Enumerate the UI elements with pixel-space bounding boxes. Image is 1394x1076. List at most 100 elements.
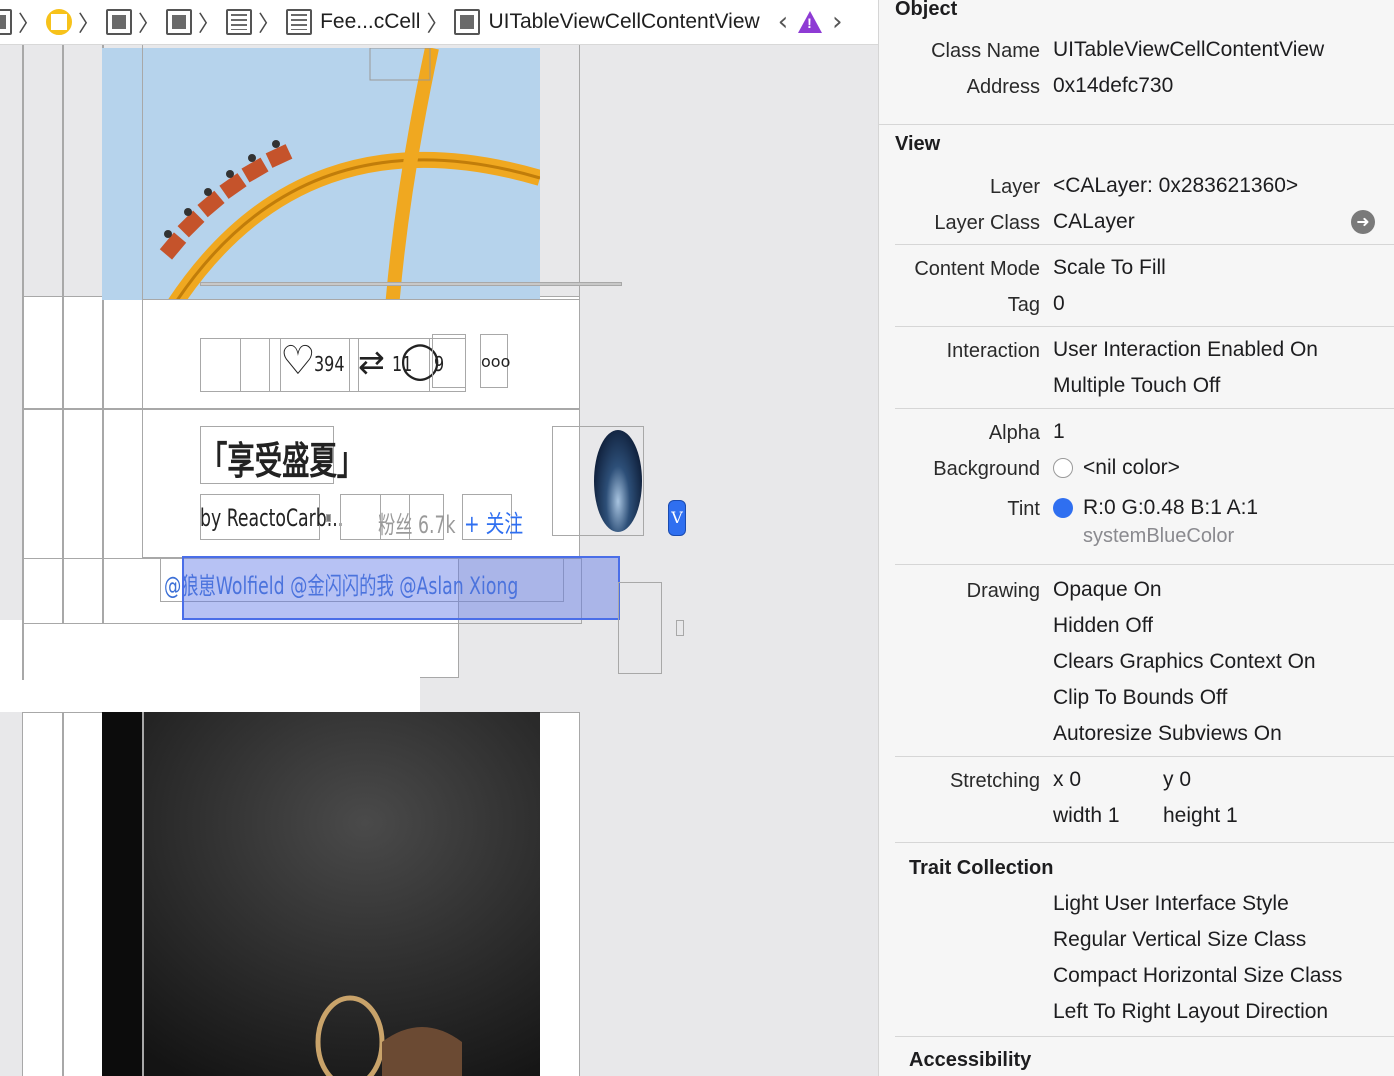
section-title-accessibility: Accessibility bbox=[909, 1049, 1032, 1071]
layer-value[interactable]: <CALayer: 0x283621360> bbox=[1053, 174, 1298, 198]
chevron-right-icon: 〉 bbox=[18, 12, 41, 37]
more-icon[interactable]: ooo bbox=[481, 352, 510, 371]
object-inspector: Object Class Name UITableViewCellContent… bbox=[878, 0, 1394, 1076]
section-title-view: View bbox=[895, 133, 941, 155]
drawing-autoresize[interactable]: Autoresize Subviews On bbox=[1053, 722, 1282, 746]
divider bbox=[895, 408, 1394, 409]
layer-class-value[interactable]: CALayer bbox=[1053, 210, 1135, 234]
wire-col-4 bbox=[62, 712, 64, 1076]
post-title: 「享受盛夏」 bbox=[200, 439, 365, 483]
layer-label: Layer bbox=[989, 176, 1040, 198]
wire-col-2 bbox=[62, 44, 64, 624]
follow-button[interactable]: + 关注 bbox=[464, 504, 523, 539]
stretching-x[interactable]: x 0 bbox=[1053, 768, 1081, 792]
trait-horizontal: Compact Horizontal Size Class bbox=[1053, 964, 1343, 987]
content-mode-label: Content Mode bbox=[914, 258, 1040, 280]
divider bbox=[895, 564, 1394, 565]
interaction-label: Interaction bbox=[946, 340, 1040, 362]
tint-value[interactable]: R:0 G:0.48 B:1 A:1 bbox=[1083, 496, 1258, 520]
view-icon bbox=[0, 9, 12, 35]
chevron-left-icon[interactable]: ‹ bbox=[778, 7, 788, 37]
selected-view-highlight[interactable] bbox=[182, 556, 620, 620]
tint-swatch[interactable] bbox=[1053, 498, 1073, 518]
separator-line bbox=[200, 282, 622, 286]
action-slot-1[interactable] bbox=[240, 338, 270, 392]
stretching-width[interactable]: width 1 bbox=[1053, 804, 1120, 828]
address-value[interactable]: 0x14defc730 bbox=[1053, 74, 1173, 98]
trait-vertical: Regular Vertical Size Class bbox=[1053, 928, 1307, 951]
fans-count: 粉丝 6.7k bbox=[378, 511, 456, 539]
interaction-value-1[interactable]: User Interaction Enabled On bbox=[1053, 338, 1318, 362]
comments-count: 9 bbox=[434, 352, 445, 376]
drawing-opaque[interactable]: Opaque On bbox=[1053, 578, 1162, 602]
tint-name: systemBlueColor bbox=[1083, 525, 1235, 547]
background-value[interactable]: <nil color> bbox=[1083, 456, 1180, 480]
tag-label: Tag bbox=[1007, 294, 1040, 316]
stretching-y[interactable]: y 0 bbox=[1163, 768, 1191, 792]
interaction-value-2[interactable]: Multiple Touch Off bbox=[1053, 374, 1220, 398]
dark-photo-image[interactable] bbox=[102, 712, 540, 1076]
stretching-label: Stretching bbox=[949, 770, 1040, 792]
crumb-window[interactable]: 〉 bbox=[46, 0, 106, 44]
verified-badge: V bbox=[668, 500, 686, 536]
image-frame bbox=[142, 44, 580, 300]
alpha-value[interactable]: 1 bbox=[1053, 420, 1065, 444]
alpha-label: Alpha bbox=[988, 422, 1040, 444]
tiny-marker bbox=[676, 620, 684, 636]
avatar[interactable] bbox=[594, 430, 642, 532]
divider bbox=[895, 326, 1394, 327]
section-title-traits: Trait Collection bbox=[909, 857, 1054, 879]
divider bbox=[895, 1036, 1394, 1037]
tag-value[interactable]: 0 bbox=[1053, 292, 1065, 316]
chevron-right-icon: 〉 bbox=[138, 12, 161, 37]
wire-col-5 bbox=[142, 712, 144, 1076]
author-name[interactable]: by ReactoCarb... bbox=[200, 504, 343, 532]
tableview-icon bbox=[226, 9, 253, 35]
address-label: Address bbox=[966, 76, 1040, 98]
likes-count: 394 bbox=[314, 352, 345, 376]
crumb-cell[interactable]: Fee...cCell 〉 bbox=[286, 0, 454, 44]
drawing-label: Drawing bbox=[966, 580, 1040, 602]
crumb-selected[interactable]: UITableViewCellContentView bbox=[454, 0, 760, 44]
trait-style: Light User Interface Style bbox=[1053, 892, 1289, 915]
section-title-object: Object bbox=[895, 0, 958, 20]
row-divider-1 bbox=[22, 408, 580, 410]
crumb-partial[interactable]: 〉 bbox=[0, 0, 46, 44]
stretching-height[interactable]: height 1 bbox=[1163, 804, 1238, 828]
tableview-cell-icon bbox=[286, 9, 313, 35]
content-mode-value[interactable]: Scale To Fill bbox=[1053, 256, 1166, 280]
view-icon bbox=[454, 9, 481, 35]
class-name-label: Class Name bbox=[931, 40, 1040, 62]
crumb-view-2[interactable]: 〉 bbox=[166, 0, 226, 44]
chevron-right-icon: 〉 bbox=[258, 12, 281, 37]
view-debugger-canvas[interactable]: ♡ 394 ⇄ 11 ◯ 9 ooo 「享受盛夏」 by ReactoCarb.… bbox=[0, 0, 878, 1076]
tint-label: Tint bbox=[1007, 498, 1040, 520]
arrow-right-circle-icon[interactable]: ➜ bbox=[1351, 210, 1375, 234]
crumb-cell-label: Fee...cCell bbox=[320, 10, 421, 33]
trait-direction: Left To Right Layout Direction bbox=[1053, 1000, 1329, 1023]
background-label: Background bbox=[933, 458, 1040, 480]
drawing-clip-bounds[interactable]: Clip To Bounds Off bbox=[1053, 686, 1227, 710]
view-icon bbox=[106, 9, 133, 35]
crumb-selected-label: UITableViewCellContentView bbox=[488, 10, 760, 33]
jump-bar[interactable]: 〉 〉 〉 〉 〉 Fee...cCell 〉 UITableViewCellCo… bbox=[0, 0, 878, 45]
warning-icon[interactable] bbox=[798, 11, 823, 33]
chevron-right-icon: 〉 bbox=[426, 12, 449, 37]
crumb-tableview[interactable]: 〉 bbox=[226, 0, 286, 44]
section-divider bbox=[879, 124, 1394, 125]
divider bbox=[895, 244, 1394, 245]
drawing-clears-context[interactable]: Clears Graphics Context On bbox=[1053, 650, 1316, 674]
cell-wireframe-bottom[interactable] bbox=[0, 620, 420, 712]
floating-frame bbox=[618, 582, 662, 674]
chevron-right-icon: 〉 bbox=[198, 12, 221, 37]
view-icon bbox=[166, 9, 193, 35]
dot-separator bbox=[326, 514, 331, 522]
chevron-right-nav-icon[interactable]: › bbox=[832, 7, 842, 37]
divider bbox=[895, 756, 1394, 757]
chevron-right-icon: 〉 bbox=[78, 12, 101, 37]
drawing-hidden[interactable]: Hidden Off bbox=[1053, 614, 1153, 638]
class-name-value[interactable]: UITableViewCellContentView bbox=[1053, 38, 1324, 62]
crumb-view-1[interactable]: 〉 bbox=[106, 0, 166, 44]
background-swatch[interactable] bbox=[1053, 458, 1073, 478]
divider bbox=[895, 842, 1394, 843]
